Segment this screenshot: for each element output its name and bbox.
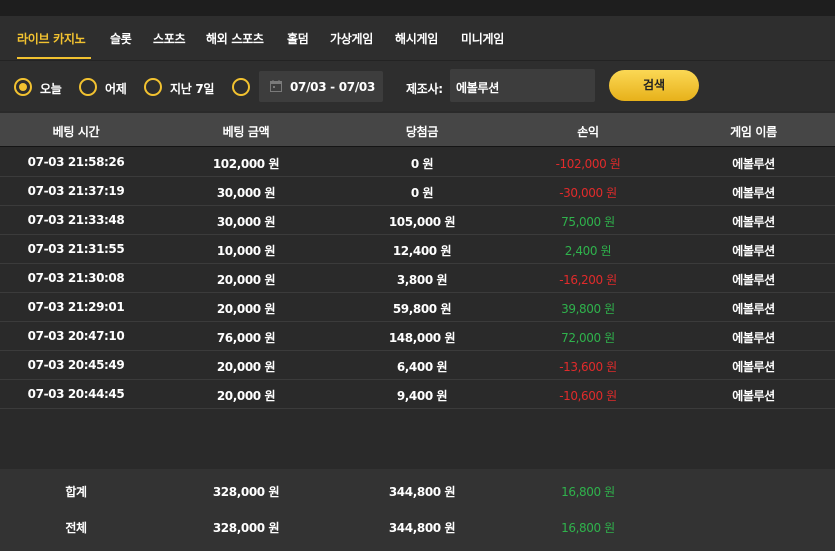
top-strip	[0, 0, 835, 16]
tab-mini-games[interactable]: 미니게임	[461, 30, 504, 47]
cell-profit-loss: -30,000 원	[559, 186, 617, 200]
col-winnings: 당첨금	[405, 125, 439, 139]
cell-bet-amount: 30,000 원	[216, 215, 276, 229]
cell-winnings: 12,400 원	[392, 244, 452, 258]
calendar-icon	[270, 80, 282, 92]
total-label: 전체	[65, 521, 87, 535]
maker-select[interactable]: 에볼루션	[450, 69, 595, 102]
tab-sports[interactable]: 스포츠	[153, 30, 186, 47]
subtotal-profit: 16,800 원	[561, 485, 615, 499]
cell-profit-loss: -16,200 원	[559, 273, 617, 287]
col-profit-loss: 손익	[577, 125, 599, 139]
tab-overseas-sports[interactable]: 해외 스포츠	[206, 30, 264, 47]
active-tab-indicator	[17, 57, 91, 59]
cell-profit-loss: 2,400 원	[564, 244, 612, 258]
cell-bet-amount: 30,000 원	[216, 186, 276, 200]
maker-label: 제조사:	[406, 82, 443, 96]
cell-winnings: 9,400 원	[396, 389, 448, 403]
table-row: 07-03 21:37:19 30,000 원 0 원 -30,000 원 에볼루션	[0, 177, 835, 206]
cell-game-name: 에볼루션	[732, 389, 775, 403]
col-game-name: 게임 이름	[730, 125, 777, 139]
cell-bet-amount: 76,000 원	[216, 331, 276, 345]
cell-profit-loss: 72,000 원	[561, 331, 615, 345]
cell-bet-time: 07-03 21:31:55	[27, 242, 125, 256]
cell-profit-loss: -10,600 원	[559, 389, 617, 403]
cell-game-name: 에볼루션	[732, 244, 775, 258]
radio-yesterday-label: 어제	[105, 82, 127, 96]
search-button[interactable]: 검색	[609, 70, 699, 101]
cell-bet-amount: 20,000 원	[216, 360, 276, 374]
cell-game-name: 에볼루션	[732, 331, 775, 345]
cell-bet-amount: 10,000 원	[216, 244, 276, 258]
cell-bet-time: 07-03 20:44:45	[27, 387, 125, 401]
category-tabs: 라이브 카지노 슬롯 스포츠 해외 스포츠 홀덤 가상게임 해시게임 미니게임	[0, 16, 835, 61]
radio-yesterday[interactable]	[79, 78, 97, 96]
cell-game-name: 에볼루션	[732, 360, 775, 374]
table-body: 07-03 21:58:26 102,000 원0 원 -102,000 원 에볼루션…	[0, 148, 835, 409]
subtotal-win: 344,800 원	[388, 485, 456, 499]
cell-bet-amount: 20,000 원	[216, 389, 276, 403]
subtotal-bet: 328,000 원	[212, 485, 280, 499]
table-row: 07-03 21:29:01 20,000 원 59,800 원 39,800 원 에볼…	[0, 293, 835, 322]
cell-bet-time: 07-03 20:45:49	[27, 358, 125, 372]
cell-game-name: 에볼루션	[732, 186, 775, 200]
cell-game-name: 에볼루션	[732, 273, 775, 287]
tab-hash-games[interactable]: 해시게임	[395, 30, 438, 47]
cell-winnings: 3,800 원	[396, 273, 448, 287]
radio-custom-range[interactable]	[232, 78, 250, 96]
tab-slots[interactable]: 슬롯	[110, 30, 132, 47]
cell-winnings: 148,000 원	[388, 331, 456, 345]
col-bet-time: 베팅 시간	[52, 125, 100, 139]
table-row: 07-03 20:45:49 20,000 원 6,400 원 -13,600 원 에볼…	[0, 351, 835, 380]
cell-bet-amount: 20,000 원	[216, 302, 276, 316]
cell-profit-loss: 75,000 원	[561, 215, 615, 229]
cell-bet-time: 07-03 20:47:10	[27, 329, 125, 343]
cell-profit-loss: 39,800 원	[561, 302, 615, 316]
radio-today-label: 오늘	[40, 82, 62, 96]
summary-footer: 합계 328,000 원 344,800 원 16,800 원 전체 328,0…	[0, 469, 835, 551]
cell-winnings: 59,800 원	[392, 302, 452, 316]
cell-bet-time: 07-03 21:29:01	[27, 300, 125, 314]
filter-bar: 오늘 어제 지난 7일 07/03 - 07/03 제조사: 에볼루션 검색	[0, 61, 835, 111]
cell-bet-amount: 102,000 원	[212, 157, 280, 171]
table-row: 07-03 21:31:55 10,000 원 12,400 원 2,400 원 에볼루…	[0, 235, 835, 264]
total-win: 344,800 원	[388, 521, 456, 535]
tab-live-casino[interactable]: 라이브 카지노	[17, 30, 86, 47]
cell-game-name: 에볼루션	[732, 215, 775, 229]
table-row: 07-03 20:44:45 20,000 원 9,400 원 -10,600 원 에볼…	[0, 380, 835, 409]
col-bet-amount: 베팅 금액	[222, 125, 270, 139]
tab-virtual-games[interactable]: 가상게임	[330, 30, 373, 47]
cell-bet-amount: 20,000 원	[216, 273, 276, 287]
cell-game-name: 에볼루션	[732, 302, 775, 316]
radio-last-7-days[interactable]	[144, 78, 162, 96]
table-row: 07-03 21:30:08 20,000 원 3,800 원 -16,200 원 에볼…	[0, 264, 835, 293]
tab-holdem[interactable]: 홀덤	[287, 30, 309, 47]
radio-today[interactable]	[14, 78, 32, 96]
cell-winnings: 6,400 원	[396, 360, 448, 374]
cell-bet-time: 07-03 21:33:48	[27, 213, 125, 227]
cell-winnings: 0 원	[410, 157, 434, 171]
radio-last-7-days-label: 지난 7일	[170, 82, 215, 96]
cell-bet-time: 07-03 21:37:19	[27, 184, 125, 198]
subtotal-label: 합계	[65, 485, 87, 499]
date-range-text: 07/03 - 07/03	[290, 80, 375, 94]
table-row: 07-03 21:58:26 102,000 원 0 원 -102,000 원 에볼루션	[0, 148, 835, 177]
cell-bet-time: 07-03 21:58:26	[27, 155, 125, 169]
subtotal-row: 합계 328,000 원 344,800 원 16,800 원	[0, 483, 835, 513]
cell-game-name: 에볼루션	[732, 157, 775, 171]
cell-winnings: 105,000 원	[388, 215, 456, 229]
total-bet: 328,000 원	[212, 521, 280, 535]
total-row: 전체 328,000 원 344,800 원 16,800 원	[0, 519, 835, 549]
table-row: 07-03 21:33:48 30,000 원 105,000 원 75,000 원 에…	[0, 206, 835, 235]
total-profit: 16,800 원	[561, 521, 615, 535]
cell-winnings: 0 원	[410, 186, 434, 200]
cell-bet-time: 07-03 21:30:08	[27, 271, 125, 285]
date-range-picker[interactable]: 07/03 - 07/03	[259, 71, 383, 102]
cell-profit-loss: -13,600 원	[559, 360, 617, 374]
table-row: 07-03 20:47:10 76,000 원 148,000 원 72,000 원 에…	[0, 322, 835, 351]
table-header: 베팅 시간 베팅 금액 당첨금 손익 게임 이름	[0, 113, 835, 147]
cell-profit-loss: -102,000 원	[555, 157, 621, 171]
